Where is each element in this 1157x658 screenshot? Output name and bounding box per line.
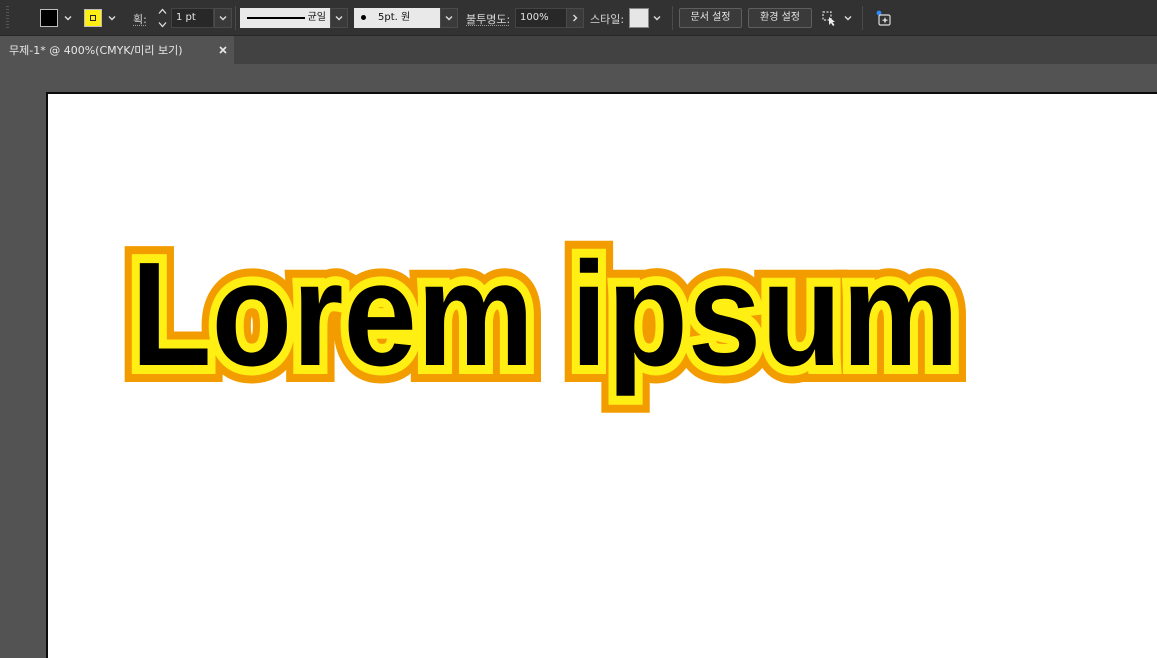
document-tab-label: 무제-1* @ 400%(CMYK/미리 보기) <box>9 44 183 57</box>
opacity-input[interactable]: 100% <box>515 8 567 28</box>
graphic-style-swatch[interactable] <box>629 8 649 28</box>
artwork-text-object[interactable]: Lorem ipsum Lorem ipsum Lorem ipsum <box>48 94 1157 658</box>
separator <box>235 6 236 30</box>
opacity-label[interactable]: 불투명도: <box>466 11 510 27</box>
separator <box>862 6 863 30</box>
preferences-button[interactable]: 환경 설정 <box>748 8 812 28</box>
brush-definition-value: 5pt. 원 <box>378 12 411 23</box>
document-tab-bar: 무제-1* @ 400%(CMYK/미리 보기) <box>0 36 1157 64</box>
stroke-dropdown-chevron-icon[interactable] <box>106 9 118 27</box>
style-dropdown-chevron-icon[interactable] <box>651 9 663 27</box>
fill-color-swatch[interactable] <box>40 9 58 27</box>
stroke-color-swatch[interactable] <box>84 9 102 27</box>
stroke-weight-dropdown-chevron-icon[interactable] <box>214 8 232 28</box>
close-icon[interactable] <box>217 44 229 56</box>
document-tab[interactable]: 무제-1* @ 400%(CMYK/미리 보기) <box>0 36 234 64</box>
stroke-weight-label[interactable]: 획: <box>133 11 147 27</box>
round-brush-icon <box>361 15 366 20</box>
stepper-down-icon[interactable] <box>158 21 167 28</box>
separator <box>672 6 673 30</box>
control-bar: 획: 1 pt 균일 5pt. 원 불투명도: 100% 스타일: 문서 설정 … <box>0 0 1157 36</box>
variable-width-profile-select[interactable]: 균일 <box>240 8 330 28</box>
brush-dropdown-chevron-icon[interactable] <box>440 8 458 28</box>
canvas-area[interactable]: Lorem ipsum Lorem ipsum Lorem ipsum <box>0 64 1157 658</box>
select-similar-objects-icon[interactable] <box>820 8 840 28</box>
variable-width-profile-value: 균일 <box>307 12 326 23</box>
document-setup-button[interactable]: 문서 설정 <box>679 8 742 28</box>
select-similar-dropdown-chevron-icon[interactable] <box>842 9 854 27</box>
opacity-flyout-chevron-right-icon[interactable] <box>566 8 584 28</box>
uniform-profile-line-icon <box>247 17 305 19</box>
recolor-artwork-icon[interactable] <box>874 8 894 28</box>
profile-dropdown-chevron-icon[interactable] <box>330 8 348 28</box>
fill-dropdown-chevron-icon[interactable] <box>62 9 74 27</box>
brush-definition-select[interactable]: 5pt. 원 <box>354 8 440 28</box>
stroke-weight-input[interactable]: 1 pt <box>171 8 214 28</box>
style-label: 스타일: <box>590 13 625 26</box>
panel-grip[interactable] <box>6 6 9 30</box>
artboard[interactable]: Lorem ipsum Lorem ipsum Lorem ipsum <box>46 92 1157 658</box>
artwork-text: Lorem ipsum <box>131 232 959 397</box>
stepper-up-icon[interactable] <box>158 8 167 15</box>
stroke-weight-stepper[interactable] <box>155 8 169 28</box>
